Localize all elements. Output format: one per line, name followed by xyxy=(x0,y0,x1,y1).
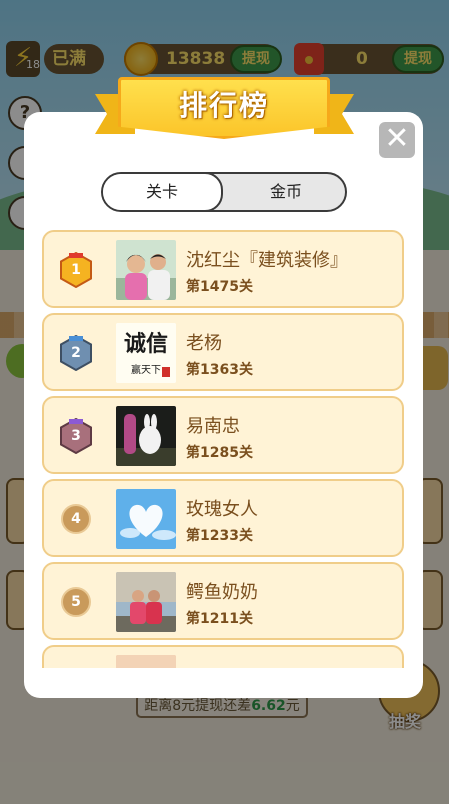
rank-number: 2 xyxy=(71,345,81,361)
leaderboard-row: 2 诚信 赢天下 老杨 第1363关 xyxy=(42,313,404,391)
player-name: 鳄鱼奶奶 xyxy=(186,582,258,603)
rank-circle: 5 xyxy=(61,587,91,617)
player-level: 第1475关 xyxy=(186,279,253,295)
player-name: 老杨 xyxy=(186,333,222,354)
rank-number: 3 xyxy=(71,428,81,444)
leaderboard-list[interactable]: 1 沈红尘『建筑装修』 第1475关 2 诚信 赢天下 老杨 第1363关 3 … xyxy=(42,230,404,668)
avatar-small-text: 赢天下 xyxy=(131,363,161,376)
avatar: 诚信 赢天下 xyxy=(116,323,176,383)
leaderboard-tabs: 金币 关卡 xyxy=(101,172,347,212)
leaderboard-row: 4 玫瑰女人 第1233关 xyxy=(42,479,404,557)
tab-coins[interactable]: 金币 xyxy=(227,174,345,210)
avatar xyxy=(116,406,176,466)
tab-levels[interactable]: 关卡 xyxy=(103,174,223,210)
leaderboard-row: 1 沈红尘『建筑装修』 第1475关 xyxy=(42,230,404,308)
player-name: 沈红尘『建筑装修』 xyxy=(186,250,348,271)
avatar-calligraphy: 诚信 xyxy=(124,331,168,357)
player-name: 玫瑰女人 xyxy=(186,499,258,520)
avatar xyxy=(116,572,176,632)
player-level: 第1211关 xyxy=(186,611,253,627)
avatar xyxy=(116,655,176,668)
rank-circle: 4 xyxy=(61,504,91,534)
close-icon[interactable]: ✕ xyxy=(379,122,415,158)
modal-title: 排行榜 xyxy=(178,89,269,122)
leaderboard-row xyxy=(42,645,404,668)
player-name: 易南忠 xyxy=(186,416,240,437)
avatar xyxy=(116,489,176,549)
leaderboard-row: 5 鳄鱼奶奶 第1211关 xyxy=(42,562,404,640)
rank-number: 1 xyxy=(71,262,81,278)
player-level: 第1233关 xyxy=(186,528,253,544)
player-level: 第1363关 xyxy=(186,362,253,378)
player-level: 第1285关 xyxy=(186,445,253,461)
avatar xyxy=(116,240,176,300)
leaderboard-row: 3 易南忠 第1285关 xyxy=(42,396,404,474)
